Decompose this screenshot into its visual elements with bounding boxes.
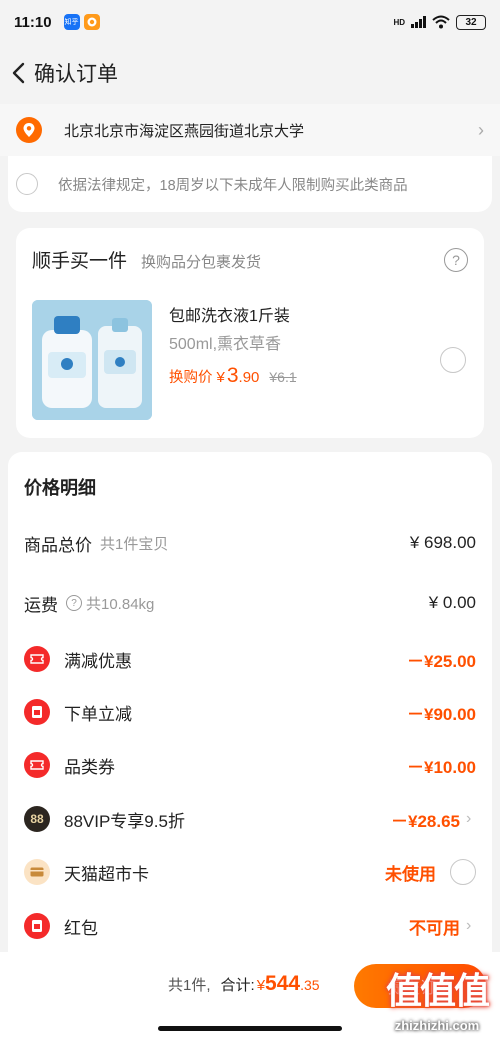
row-label: 88VIP专享9.5折 <box>64 811 185 831</box>
item-count: 共1件, <box>168 977 211 994</box>
location-pin-icon <box>16 117 42 143</box>
row-label: 运费 <box>24 595 58 615</box>
red-envelope-icon <box>24 699 50 725</box>
addon-purchase-card: 顺手买一件 换购品分包裹发货 ? 包邮洗衣液1斤装 500ml,熏衣草香 换购价… <box>16 228 484 438</box>
address-text: 北京北京市海淀区燕园街道北京大学 <box>64 122 305 140</box>
zhihu-app-icon: 知乎 <box>63 14 80 30</box>
price-detail-card: 价格明细 商品总价 共1件宝贝 ¥ 698.00 运费 ? 共10.84kg ¥… <box>8 452 492 952</box>
coupon-icon <box>24 752 50 778</box>
price-decimal: .90 <box>238 369 260 386</box>
signal-icon <box>411 16 426 28</box>
wifi-icon <box>432 15 450 29</box>
chevron-right-icon: › <box>466 810 472 827</box>
product-name[interactable]: 包邮洗衣液1斤装 <box>169 302 290 326</box>
total-integer: 544 <box>265 972 301 995</box>
row-value: －¥10.00 <box>407 757 476 777</box>
product-image[interactable] <box>32 300 152 420</box>
addon-select-radio[interactable] <box>440 347 466 373</box>
page-title: 确认订单 <box>34 63 118 86</box>
red-packet-row[interactable]: 红包 不可用 › <box>24 906 476 946</box>
product-price: 换购价 ¥ 3 .90 ¥6.1 <box>169 364 297 388</box>
watermark-text: zhizhizhi.com <box>394 1018 480 1033</box>
88vip-discount-row[interactable]: 88 88VIP专享9.5折 －¥28.65 › <box>24 799 476 839</box>
red-envelope-icon <box>24 913 50 939</box>
row-label: 商品总价 <box>24 535 92 555</box>
total-decimal: .35 <box>300 977 320 993</box>
status-indicators: HD 32 <box>393 14 486 30</box>
price-detail-title: 价格明细 <box>24 478 96 498</box>
address-row[interactable]: 北京北京市海淀区燕园街道北京大学 › <box>0 104 500 156</box>
row-sub: 共10.84kg <box>86 595 155 613</box>
battery-icon: 32 <box>456 14 486 30</box>
price-integer: 3 <box>226 364 239 387</box>
freight-row: 运费 ? 共10.84kg ¥ 0.00 <box>24 583 476 623</box>
home-indicator[interactable] <box>158 1026 342 1031</box>
row-label: 天猫超市卡 <box>64 864 149 884</box>
original-price: ¥6.1 <box>269 369 297 385</box>
row-value: －¥90.00 <box>407 704 476 724</box>
help-icon[interactable]: ? <box>444 248 468 272</box>
addon-title: 顺手买一件 <box>32 251 128 272</box>
status-bar: 11:10 知乎 HD 32 <box>0 0 500 44</box>
row-value: 未使用 <box>385 864 436 884</box>
product-spec: 500ml,熏衣草香 <box>169 336 282 353</box>
category-coupon-row[interactable]: 品类券 －¥10.00 <box>24 745 476 785</box>
addon-subtitle: 换购品分包裹发货 <box>141 254 262 271</box>
instant-discount-row[interactable]: 下单立减 －¥90.00 <box>24 692 476 732</box>
row-sub: 共1件宝贝 <box>100 535 169 553</box>
row-value: ¥ 698.00 <box>409 533 476 552</box>
row-value: ¥ 0.00 <box>428 593 476 612</box>
row-label: 品类券 <box>64 757 115 777</box>
tmall-card-radio[interactable] <box>450 859 476 885</box>
row-value: －¥25.00 <box>407 651 476 671</box>
price-label: 换购价 <box>169 370 213 386</box>
row-value: 不可用 <box>409 918 460 938</box>
age-confirm-radio[interactable] <box>16 173 38 195</box>
tmall-card-row[interactable]: 天猫超市卡 未使用 <box>24 852 476 892</box>
age-restriction-notice: 依据法律规定，18周岁以下未成年人限制购买此类商品 <box>8 156 492 212</box>
watermark: 值值值 zhizhizhi.com <box>385 962 490 1033</box>
goods-total-row: 商品总价 共1件宝贝 ¥ 698.00 <box>24 523 476 563</box>
price-currency: ¥ <box>216 369 225 386</box>
addon-header: 顺手买一件 换购品分包裹发货 <box>32 246 261 273</box>
status-time: 11:10 <box>14 13 52 31</box>
row-value: －¥28.65 <box>391 811 460 831</box>
row-label: 满减优惠 <box>64 651 132 671</box>
88vip-icon: 88 <box>24 806 50 832</box>
hd-icon: HD <box>393 17 405 27</box>
question-icon[interactable]: ? <box>66 595 82 611</box>
nav-bar: 确认订单 <box>0 44 500 102</box>
watermark-logo: 值值值 <box>385 970 490 1012</box>
order-total: 共1件, 合计: ¥ 544 .35 <box>168 972 320 996</box>
chevron-right-icon: › <box>466 917 472 934</box>
coupon-icon <box>24 646 50 672</box>
row-label: 下单立减 <box>64 704 132 724</box>
card-icon <box>24 859 50 885</box>
total-label: 合计: <box>220 977 255 994</box>
total-currency: ¥ <box>256 977 266 994</box>
back-arrow-icon[interactable] <box>6 61 30 85</box>
chevron-right-icon: › <box>478 119 484 140</box>
age-restriction-text: 依据法律规定，18周岁以下未成年人限制购买此类商品 <box>58 177 408 194</box>
lion-app-icon <box>83 14 100 30</box>
full-reduction-row[interactable]: 满减优惠 －¥25.00 <box>24 639 476 679</box>
row-label: 红包 <box>64 918 98 938</box>
